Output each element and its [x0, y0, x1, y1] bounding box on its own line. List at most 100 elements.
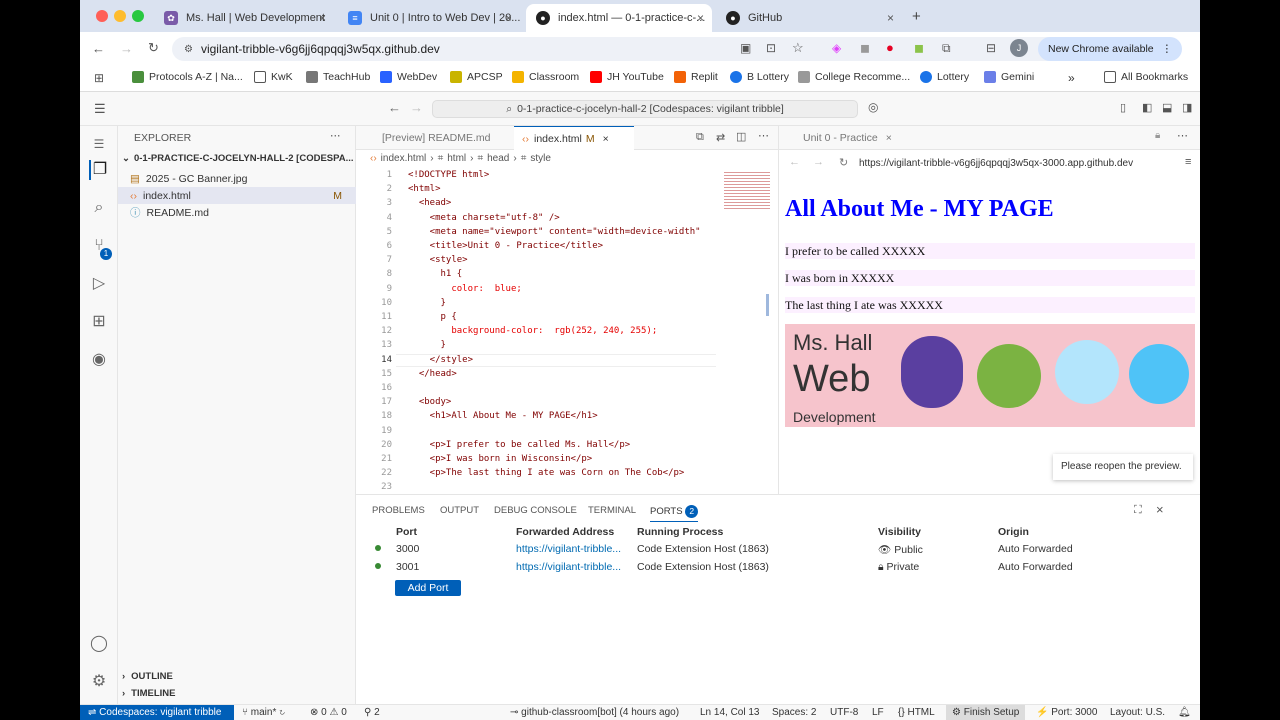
code-line[interactable]: <style>: [408, 255, 468, 265]
forward-icon[interactable]: →: [410, 100, 423, 115]
address-link[interactable]: https://vigilant-tribble...: [516, 543, 621, 555]
tab-preview[interactable]: Unit 0 - Practice ×: [795, 126, 900, 150]
branch-indicator[interactable]: ⑂ main* ↻: [242, 707, 285, 718]
reload-icon[interactable]: ↻: [839, 156, 848, 169]
all-bookmarks-button[interactable]: All Bookmarks: [1104, 71, 1188, 83]
bookmark-item[interactable]: Classroom: [512, 71, 579, 83]
menu-icon[interactable]: ☰: [89, 134, 109, 154]
compare-icon[interactable]: ⇄: [716, 131, 725, 144]
more-actions-icon[interactable]: ⋯: [330, 130, 341, 142]
code-line[interactable]: <head>: [408, 198, 452, 208]
file-item-index[interactable]: ‹› index.html M: [118, 187, 356, 204]
close-tab-icon[interactable]: ×: [603, 133, 609, 145]
bookmark-item[interactable]: Replit: [674, 71, 718, 83]
back-icon[interactable]: ←: [388, 100, 401, 115]
lock-icon[interactable]: 🔒︎: [1155, 130, 1160, 141]
breadcrumb-item[interactable]: html: [447, 153, 466, 164]
preview-url[interactable]: https://vigilant-tribble-v6g6jj6qpqqj3w5…: [859, 158, 1173, 169]
address-link[interactable]: https://vigilant-tribble...: [516, 561, 621, 573]
add-port-button[interactable]: Add Port: [395, 580, 461, 596]
new-tab-icon[interactable]: +: [912, 8, 921, 25]
cursor-position[interactable]: Ln 14, Col 13: [700, 707, 760, 718]
profile-avatar[interactable]: J: [1010, 39, 1028, 57]
code-line[interactable]: p {: [408, 312, 457, 322]
code-line[interactable]: h1 {: [408, 269, 463, 279]
encoding[interactable]: UTF-8: [830, 707, 858, 718]
tab-ports[interactable]: PORTS 2: [650, 505, 699, 522]
extensions-icon[interactable]: ⊞: [89, 312, 109, 332]
close-panel-icon[interactable]: ×: [1156, 502, 1164, 517]
ports-indicator[interactable]: ⚲ 2: [364, 707, 380, 718]
toggle-sidebar-icon[interactable]: ◧: [1142, 101, 1152, 114]
bookmark-item[interactable]: TeachHub: [306, 71, 370, 83]
bookmark-item[interactable]: Gemini: [984, 71, 1034, 83]
code-line[interactable]: }: [408, 298, 446, 308]
run-debug-icon[interactable]: ▷: [89, 274, 109, 294]
extension-icon[interactable]: ◈: [832, 41, 841, 55]
hamburger-menu-icon[interactable]: ☰: [94, 101, 106, 117]
back-icon[interactable]: ←: [92, 41, 105, 56]
maximize-panel-icon[interactable]: ⛶: [1134, 504, 1142, 517]
forward-icon[interactable]: →: [120, 41, 133, 56]
code-line[interactable]: <p>I prefer to be called Ms. Hall</p>: [408, 440, 631, 450]
bookmark-item[interactable]: Lottery: [920, 71, 969, 83]
close-tab-icon[interactable]: ×: [697, 11, 704, 25]
bookmark-folder[interactable]: KwK: [254, 71, 293, 83]
open-preview-icon[interactable]: ⧉: [696, 131, 704, 144]
tab-index-html[interactable]: ‹› index.html M ×: [514, 126, 634, 151]
reload-icon[interactable]: ↻: [148, 40, 159, 56]
minimap[interactable]: [724, 170, 770, 210]
code-line[interactable]: color: blue;: [408, 284, 521, 294]
bookmark-item[interactable]: APCSP: [450, 71, 503, 83]
port-indicator[interactable]: ⚡ Port: 3000: [1036, 707, 1097, 718]
command-center[interactable]: ⌕ 0-1-practice-c-jocelyn-hall-2 [Codespa…: [432, 100, 858, 118]
pinterest-icon[interactable]: ●: [886, 40, 894, 55]
code-line[interactable]: }: [408, 340, 446, 350]
maximize-window-button[interactable]: [132, 10, 144, 22]
bookmark-item[interactable]: B Lottery: [730, 71, 789, 83]
code-line[interactable]: <!DOCTYPE html>: [408, 170, 489, 180]
new-chrome-available-button[interactable]: New Chrome available ⋮: [1038, 37, 1183, 61]
tab-terminal[interactable]: TERMINAL: [588, 505, 636, 516]
address-bar[interactable]: ⚙ vigilant-tribble-v6g6jj6qpqqj3w5qx.git…: [172, 37, 1072, 61]
split-editor-icon[interactable]: ◫: [736, 130, 746, 143]
breadcrumb-item[interactable]: head: [487, 153, 509, 164]
code-line[interactable]: <h1>All About Me - MY PAGE</h1>: [408, 411, 598, 421]
extensions-puzzle-icon[interactable]: ⧉: [942, 41, 951, 56]
bookmark-item[interactable]: JH YouTube: [590, 71, 664, 83]
tab-search-icon[interactable]: ⊟: [986, 41, 996, 55]
github-icon[interactable]: ◉: [89, 350, 109, 370]
line-ending[interactable]: LF: [872, 707, 884, 718]
bookmark-item[interactable]: College Recomme...: [798, 71, 910, 83]
tab-readme-preview[interactable]: [Preview] README.md: [374, 126, 499, 150]
bookmark-star-icon[interactable]: ☆: [792, 40, 804, 56]
code-line[interactable]: </head>: [408, 369, 457, 379]
copilot-icon[interactable]: ◎: [868, 100, 878, 114]
accounts-icon[interactable]: ◯: [89, 634, 109, 654]
indentation[interactable]: Spaces: 2: [772, 707, 816, 718]
back-icon[interactable]: ←: [789, 156, 800, 168]
tab-output[interactable]: OUTPUT: [440, 505, 479, 516]
bookmark-item[interactable]: Protocols A-Z | Na...: [132, 71, 243, 83]
code-area[interactable]: 1 <!DOCTYPE html> 2 <html> 3 <head> 4 <meta c…: [356, 170, 778, 494]
code-line[interactable]: <body>: [408, 397, 452, 407]
close-tab-icon[interactable]: ×: [505, 11, 512, 25]
file-item-readme[interactable]: ⓘ README.md: [118, 204, 356, 221]
browser-tab-mshall[interactable]: ✿ Ms. Hall | Web Development ×: [154, 4, 334, 32]
code-line[interactable]: <meta name="viewport" content="width=dev…: [408, 227, 701, 237]
install-icon[interactable]: ⊡: [766, 41, 776, 55]
close-tab-icon[interactable]: ×: [887, 11, 894, 25]
code-line[interactable]: background-color: rgb(252, 240, 255);: [408, 326, 657, 336]
breadcrumb-item[interactable]: index.html: [381, 153, 427, 164]
language-mode[interactable]: {} HTML: [898, 707, 935, 718]
timeline-section[interactable]: › TIMELINE: [122, 688, 176, 699]
browser-tab-github[interactable]: ● GitHub ×: [716, 4, 902, 32]
toggle-secondary-sidebar-icon[interactable]: ◨: [1182, 101, 1192, 114]
url-text[interactable]: vigilant-tribble-v6g6jj6qpqqj3w5qx.githu…: [201, 42, 440, 56]
cast-icon[interactable]: ▣: [740, 41, 751, 55]
tab-debug-console[interactable]: DEBUG CONSOLE: [494, 505, 577, 516]
remote-indicator[interactable]: ⇌ Codespaces: vigilant tribble: [80, 705, 234, 720]
code-line[interactable]: <title>Unit 0 - Practice</title>: [408, 241, 603, 251]
search-icon[interactable]: ⌕: [89, 198, 109, 218]
file-item-banner[interactable]: ▤ 2025 - GC Banner.jpg: [118, 170, 356, 187]
